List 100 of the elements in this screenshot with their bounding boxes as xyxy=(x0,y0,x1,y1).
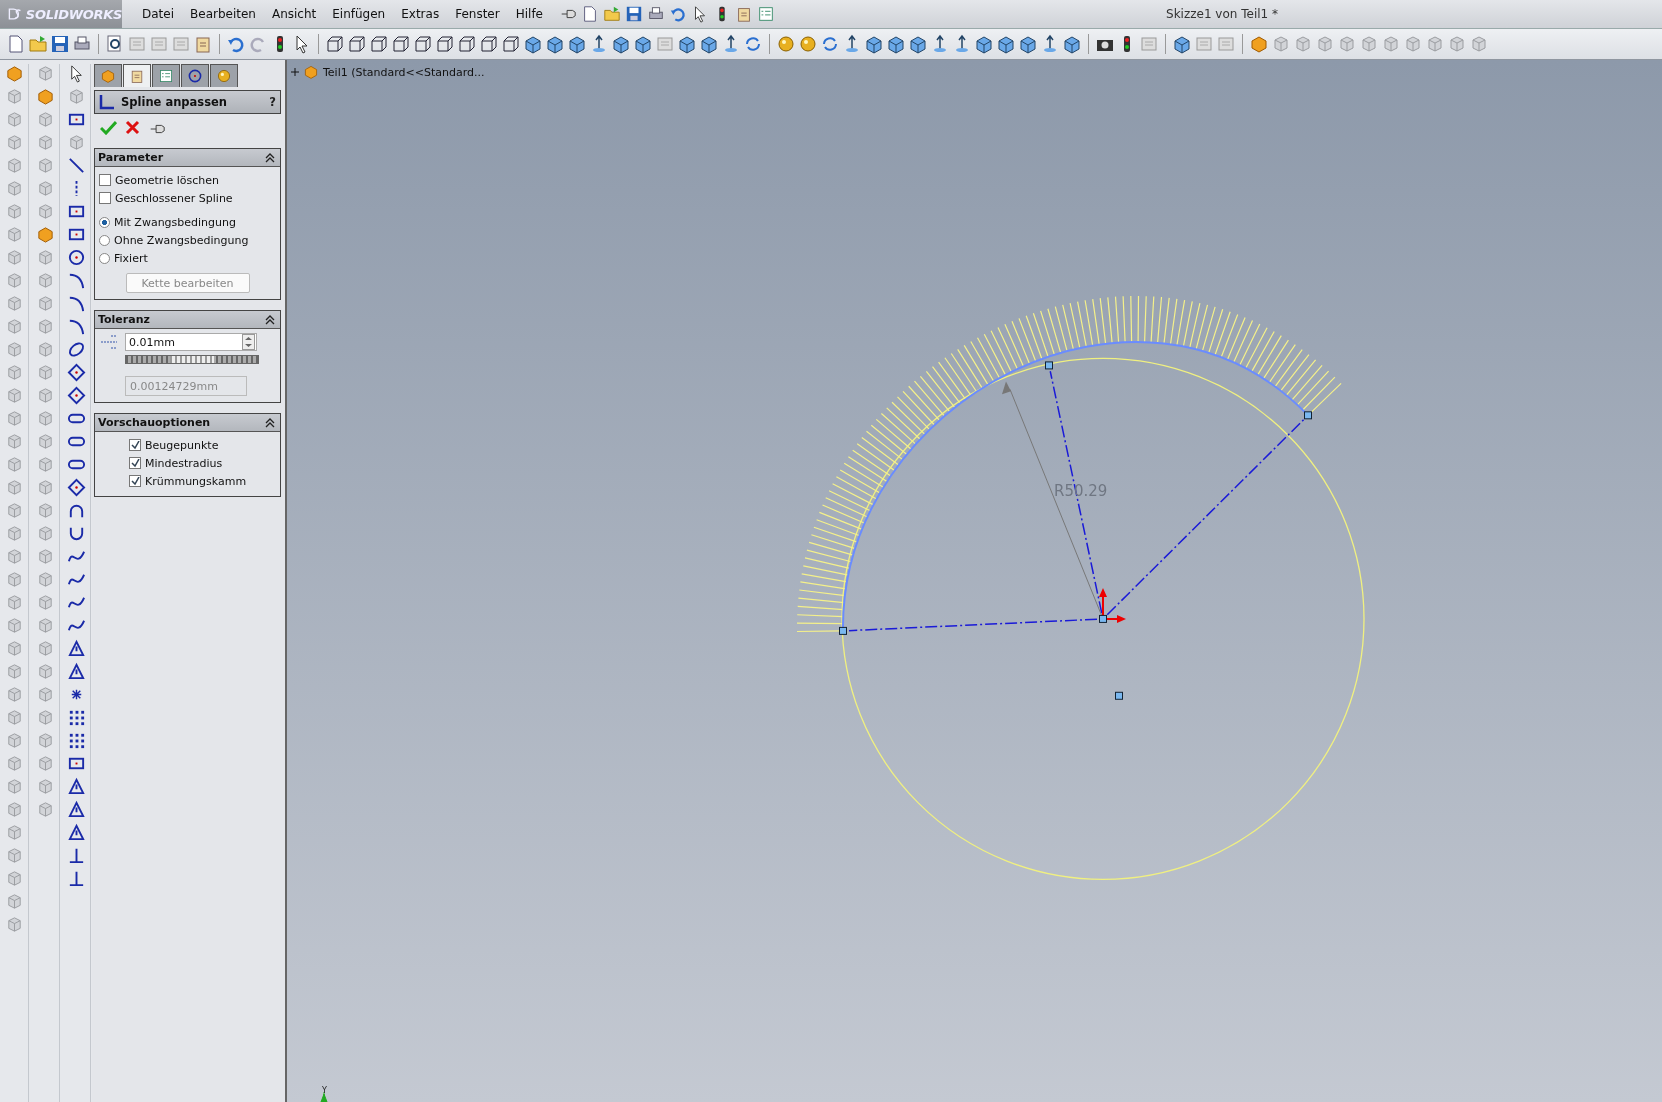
menu-item[interactable]: Bearbeiten xyxy=(182,7,264,21)
radio-button[interactable] xyxy=(99,252,110,264)
tolerance-slider[interactable] xyxy=(170,356,214,363)
cube-icon[interactable] xyxy=(545,34,565,54)
section-header[interactable]: Vorschauoptionen xyxy=(95,414,280,432)
panel-tab[interactable] xyxy=(210,64,238,87)
help-button[interactable]: ? xyxy=(269,95,276,109)
circle-icon[interactable] xyxy=(66,248,86,267)
checkbox[interactable] xyxy=(99,192,111,204)
sphere-icon[interactable] xyxy=(216,68,232,84)
cube-icon[interactable] xyxy=(611,34,631,54)
origin-point[interactable] xyxy=(1099,614,1107,623)
cube-icon[interactable] xyxy=(864,34,884,54)
section-header[interactable]: Parameter xyxy=(95,149,280,167)
tree-item[interactable]: Teil1 (Standard<<Standard... xyxy=(323,65,485,79)
collapse-chevron-icon[interactable] xyxy=(265,417,275,428)
panel-tab[interactable] xyxy=(152,64,180,87)
checkmark-icon[interactable] xyxy=(100,120,117,135)
block-icon[interactable] xyxy=(1271,34,1291,54)
circle-icon[interactable] xyxy=(187,68,203,84)
spline-point[interactable] xyxy=(1304,411,1312,420)
wireframe-cube-icon[interactable] xyxy=(347,34,367,54)
clipboard-icon[interactable] xyxy=(129,68,145,84)
radio-button[interactable] xyxy=(99,216,110,228)
wireframe-cube-icon[interactable] xyxy=(457,34,477,54)
sketch-point[interactable] xyxy=(1115,691,1123,700)
menu-item[interactable]: Hilfe xyxy=(507,7,551,21)
line-icon[interactable] xyxy=(66,156,86,175)
section-header[interactable]: Toleranz xyxy=(95,311,280,329)
collapse-chevron-icon[interactable] xyxy=(265,152,275,163)
block-icon[interactable] xyxy=(1359,34,1379,54)
folder-icon[interactable] xyxy=(28,34,48,54)
spline-point[interactable] xyxy=(839,626,847,635)
cube-icon[interactable] xyxy=(908,34,928,54)
checkbox[interactable] xyxy=(99,174,111,186)
undo-arrow-icon[interactable] xyxy=(669,5,687,23)
block-icon[interactable] xyxy=(1447,34,1467,54)
cube-icon[interactable] xyxy=(523,34,543,54)
menu-item[interactable]: Einfügen xyxy=(324,7,394,21)
wireframe-cube-icon[interactable] xyxy=(369,34,389,54)
solid-block-icon[interactable] xyxy=(35,87,55,106)
cube-icon[interactable] xyxy=(974,34,994,54)
trim-icon[interactable] xyxy=(66,662,86,681)
ellipse-icon[interactable] xyxy=(66,340,86,359)
cube-icon[interactable] xyxy=(1018,34,1038,54)
trim-icon[interactable] xyxy=(66,800,86,819)
spline-point[interactable] xyxy=(1045,361,1053,370)
sphere-icon[interactable] xyxy=(776,34,796,54)
wireframe-cube-icon[interactable] xyxy=(325,34,345,54)
block-icon[interactable] xyxy=(1337,34,1357,54)
expand-icon[interactable] xyxy=(291,68,299,76)
checkbox[interactable] xyxy=(129,475,141,487)
clipboard-icon[interactable] xyxy=(193,34,213,54)
cube-icon[interactable] xyxy=(677,34,697,54)
block-icon[interactable] xyxy=(1293,34,1313,54)
cube-icon[interactable] xyxy=(1172,34,1192,54)
cube-icon[interactable] xyxy=(633,34,653,54)
tolerance-field[interactable]: 0.01mm xyxy=(125,333,257,351)
cube-icon[interactable] xyxy=(1062,34,1082,54)
checklist-icon[interactable] xyxy=(757,5,775,23)
trim-icon[interactable] xyxy=(66,639,86,658)
menu-item[interactable]: Ansicht xyxy=(263,7,325,21)
sphere-icon[interactable] xyxy=(798,34,818,54)
block-icon[interactable] xyxy=(1381,34,1401,54)
menu-item[interactable]: Datei xyxy=(134,7,182,21)
solid-block-icon[interactable] xyxy=(303,64,319,80)
solid-block-icon[interactable] xyxy=(4,64,24,83)
panel-tab[interactable] xyxy=(181,64,209,87)
block-icon[interactable] xyxy=(1425,34,1445,54)
wireframe-cube-icon[interactable] xyxy=(435,34,455,54)
document-icon[interactable] xyxy=(6,34,26,54)
wireframe-cube-icon[interactable] xyxy=(413,34,433,54)
trim-icon[interactable] xyxy=(66,777,86,796)
radio-button[interactable] xyxy=(99,234,110,246)
cube-icon[interactable] xyxy=(996,34,1016,54)
cube-icon[interactable] xyxy=(567,34,587,54)
spinner-icon[interactable] xyxy=(242,334,255,350)
block-icon[interactable] xyxy=(1315,34,1335,54)
document-icon[interactable] xyxy=(581,5,599,23)
collapse-chevron-icon[interactable] xyxy=(265,314,275,325)
checkbox[interactable] xyxy=(129,439,141,451)
cube-icon[interactable] xyxy=(699,34,719,54)
clipboard-icon[interactable] xyxy=(735,5,753,23)
solid-block-icon[interactable] xyxy=(35,225,55,244)
menu-item[interactable]: Extras xyxy=(393,7,448,21)
solid-block-icon[interactable] xyxy=(1249,34,1269,54)
checklist-icon[interactable] xyxy=(158,68,174,84)
panel-tab[interactable] xyxy=(123,64,151,87)
solid-block-icon[interactable] xyxy=(100,68,116,84)
construction-line[interactable] xyxy=(848,618,1098,632)
wireframe-cube-icon[interactable] xyxy=(391,34,411,54)
wireframe-cube-icon[interactable] xyxy=(479,34,499,54)
refresh-arrows-icon[interactable] xyxy=(820,34,840,54)
cube-icon[interactable] xyxy=(886,34,906,54)
close-icon[interactable] xyxy=(125,120,140,135)
diamond-icon[interactable] xyxy=(66,386,86,405)
diamond-icon[interactable] xyxy=(66,478,86,497)
panel-tab[interactable] xyxy=(94,64,122,87)
refresh-arrows-icon[interactable] xyxy=(743,34,763,54)
diamond-icon[interactable] xyxy=(66,363,86,382)
